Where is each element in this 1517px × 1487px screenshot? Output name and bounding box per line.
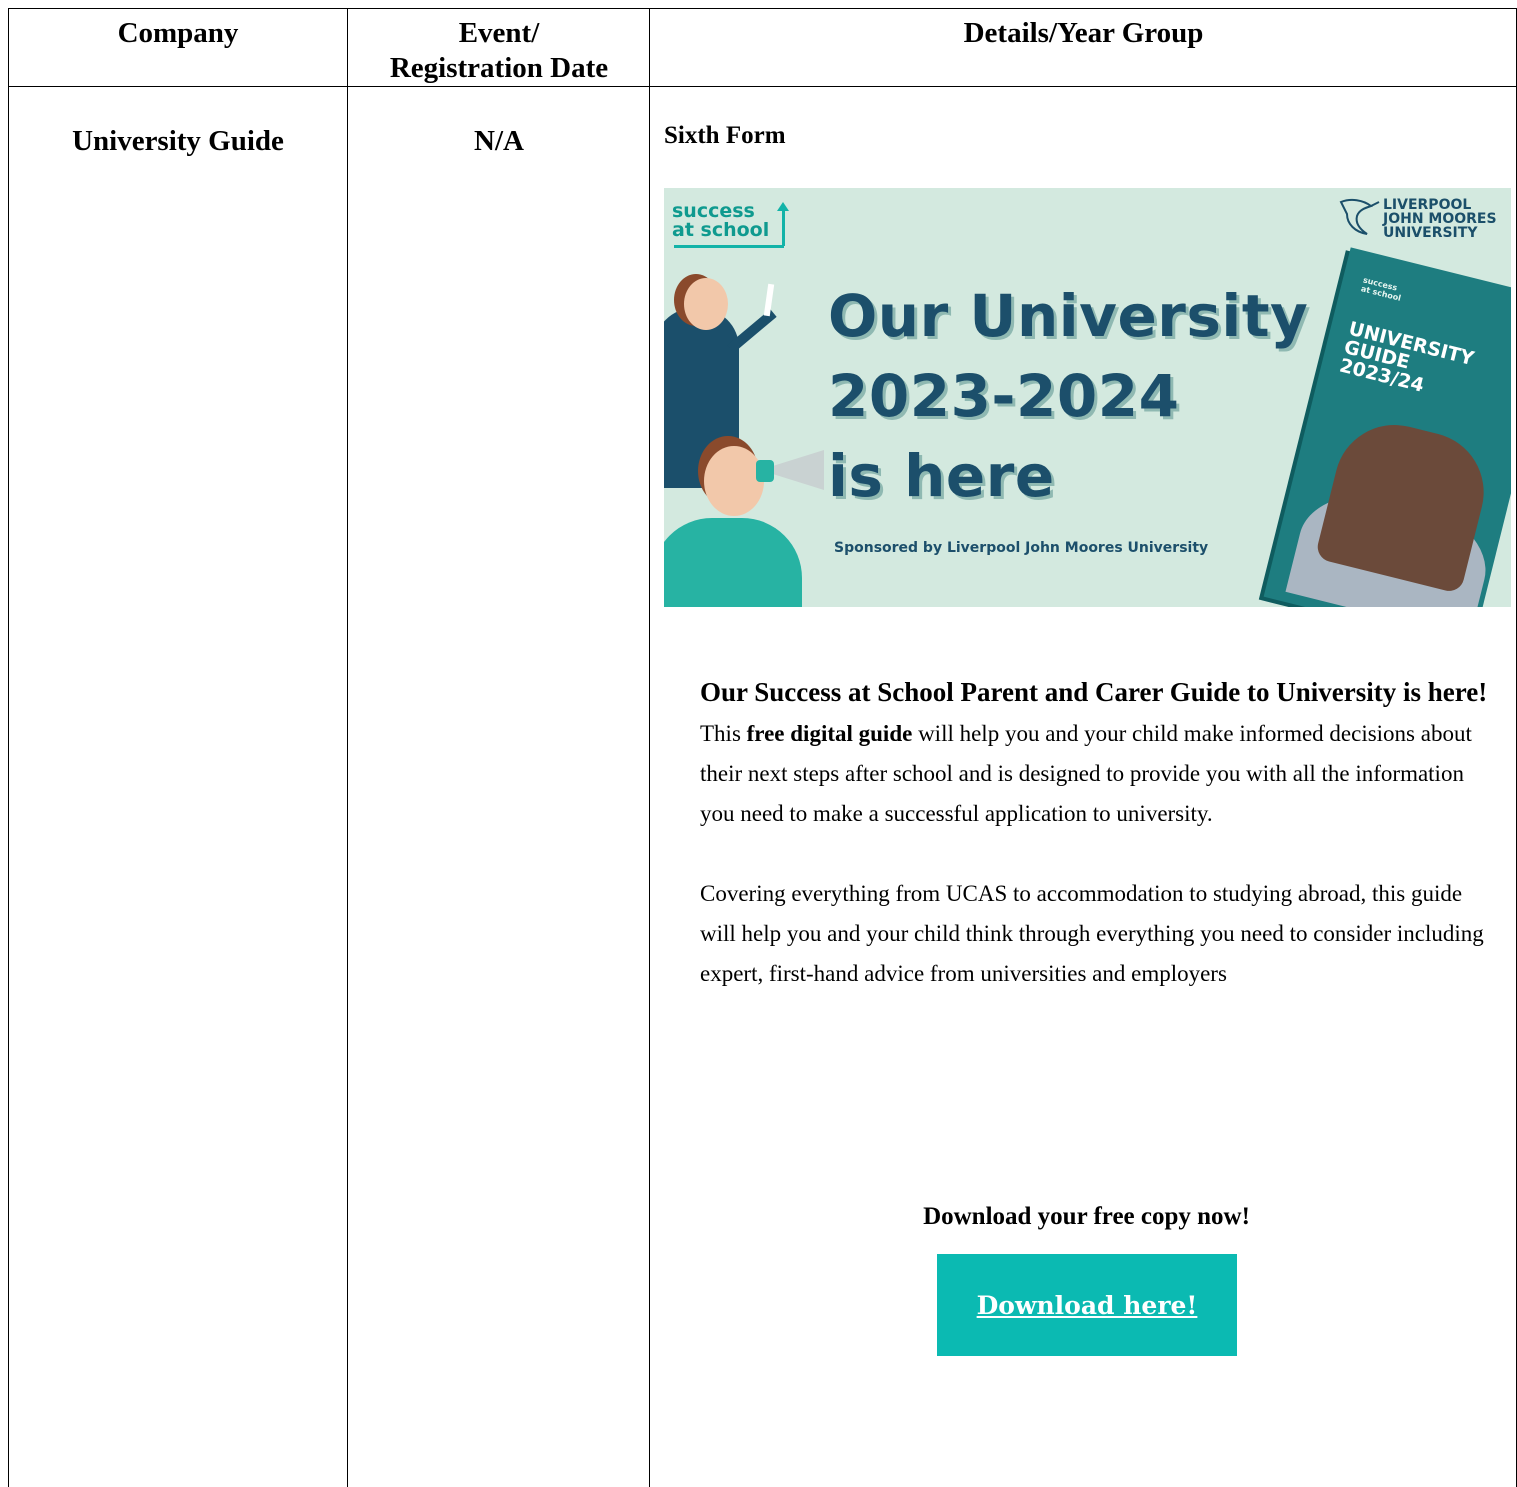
ljmu-line-2: JOHN MOORES: [1383, 211, 1497, 227]
logo-arrow-icon: [782, 206, 785, 246]
header-divider: [8, 86, 1517, 87]
cell-company: University Guide: [72, 125, 284, 157]
student-head: [704, 446, 764, 516]
column-divider-2: [649, 8, 650, 1487]
download-link[interactable]: Download here!: [977, 1291, 1198, 1320]
success-at-school-logo: success at school: [672, 202, 769, 240]
guide-article: Our Success at School Parent and Carer G…: [700, 670, 1490, 994]
article-heading: Our Success at School Parent and Carer G…: [700, 677, 1488, 707]
header-details-label: Details/Year Group: [963, 17, 1204, 49]
table-border-left: [8, 8, 9, 1487]
sponsored-by: Sponsored by Liverpool John Moores Unive…: [834, 540, 1209, 556]
header-event-line2: Registration Date: [389, 52, 609, 84]
teacher-head: [684, 278, 728, 330]
header-event-line1: Event/: [458, 17, 540, 49]
logo-arrowhead-icon: [777, 202, 789, 211]
table-border-top: [8, 8, 1517, 9]
cell-year-group: Sixth Form: [664, 122, 786, 149]
header-company-label: Company: [117, 17, 239, 49]
university-guide-banner: success at school LIVERPOOL JOHN MOORES …: [664, 188, 1511, 607]
ljmu-line-3: UNIVERSITY: [1383, 225, 1478, 241]
ljmu-line-1: LIVERPOOL: [1383, 197, 1472, 213]
download-cta: Download your free copy now!: [923, 1203, 1250, 1230]
logo-line-2: at school: [672, 219, 770, 241]
cell-event: N/A: [474, 125, 524, 157]
logo-underline: [674, 245, 784, 248]
p1-before: This: [700, 721, 747, 746]
download-button[interactable]: Download here!: [937, 1254, 1237, 1356]
article-paragraph-2: Covering everything from UCAS to accommo…: [700, 881, 1484, 986]
header-company: Company: [8, 16, 348, 51]
book-logo: success at school: [1360, 275, 1404, 302]
ljmu-logo: LIVERPOOL JOHN MOORES UNIVERSITY: [1383, 198, 1501, 240]
student-figure: [664, 518, 802, 607]
p1-bold: free digital guide: [746, 721, 913, 746]
article-paragraph-1: This free digital guide will help you an…: [700, 714, 1490, 834]
header-event: Event/ Registration Date: [348, 16, 650, 86]
book-title: UNIVERSITY GUIDE 2023/24: [1337, 318, 1476, 406]
liver-bird-icon: [1339, 198, 1380, 235]
megaphone-handle: [756, 460, 774, 482]
header-details: Details/Year Group: [650, 16, 1517, 51]
column-divider-1: [347, 8, 348, 1487]
